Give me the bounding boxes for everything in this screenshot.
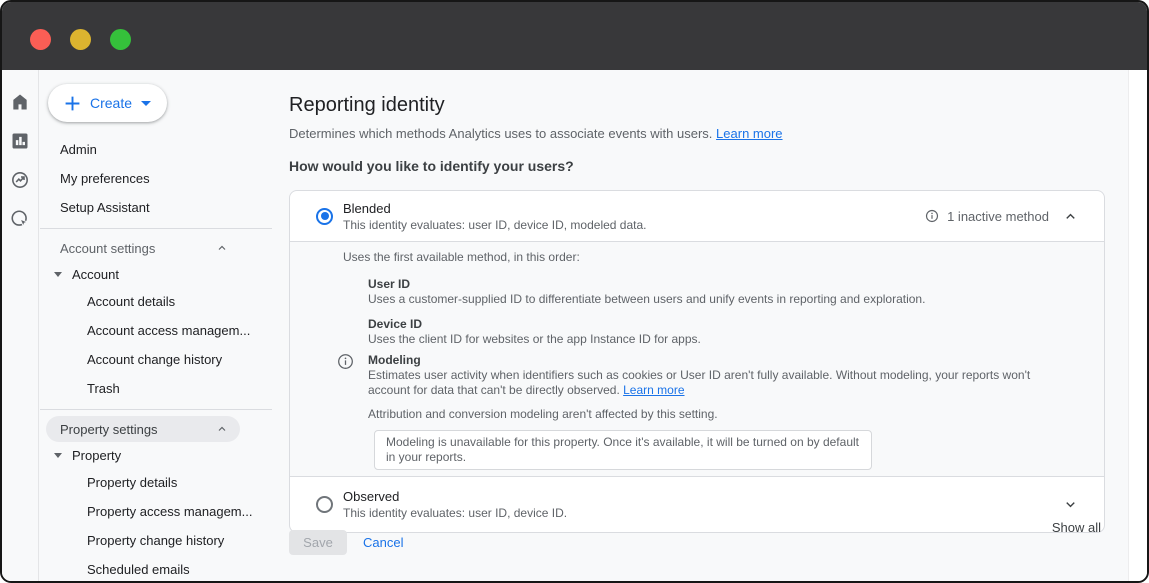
observed-option-row[interactable]: Observed This identity evaluates: user I… bbox=[290, 477, 1104, 532]
tree-parent-label: Property bbox=[72, 448, 121, 463]
method-description: Uses a customer-supplied ID to different… bbox=[368, 292, 1084, 307]
tree-parent-property[interactable]: Property bbox=[40, 442, 272, 468]
method-name: Modeling bbox=[368, 353, 1084, 368]
sidebar-item-property-access-management[interactable]: Property access managem... bbox=[40, 497, 272, 526]
tree-expand-caret-icon bbox=[54, 272, 62, 277]
app-window: Create Admin My preferences Setup Assist… bbox=[0, 0, 1149, 583]
identity-question: How would you like to identify your user… bbox=[289, 158, 574, 174]
observed-radio[interactable] bbox=[316, 496, 333, 513]
sidebar-divider bbox=[40, 409, 272, 410]
chevron-up-icon bbox=[216, 242, 228, 254]
explore-icon[interactable] bbox=[9, 169, 31, 191]
sidebar-item-admin[interactable]: Admin bbox=[40, 135, 272, 164]
nav-rail bbox=[2, 70, 39, 581]
create-button-label: Create bbox=[90, 95, 132, 111]
info-icon[interactable] bbox=[925, 209, 939, 223]
sidebar-item-scheduled-emails[interactable]: Scheduled emails bbox=[40, 555, 272, 581]
method-name: User ID bbox=[368, 277, 1084, 292]
chevron-down-icon bbox=[1063, 497, 1078, 512]
sidebar-item-account-access-management[interactable]: Account access managem... bbox=[40, 316, 272, 345]
method-description: Estimates user activity when identifiers… bbox=[368, 368, 1046, 398]
tree-parent-label: Account bbox=[72, 267, 119, 282]
advertising-icon[interactable] bbox=[9, 208, 31, 230]
plus-icon bbox=[64, 95, 81, 112]
info-icon bbox=[337, 353, 354, 375]
observed-label: Observed bbox=[343, 488, 567, 505]
section-header-property-settings[interactable]: Property settings bbox=[46, 416, 240, 442]
reports-icon[interactable] bbox=[9, 130, 31, 152]
method-description: Uses the client ID for websites or the a… bbox=[368, 332, 1084, 347]
method-user-id: User ID Uses a customer-supplied ID to d… bbox=[368, 277, 1084, 307]
section-header-label: Account settings bbox=[60, 241, 155, 256]
home-icon[interactable] bbox=[9, 91, 31, 113]
blended-label: Blended bbox=[343, 200, 647, 217]
inactive-method-badge: 1 inactive method bbox=[925, 209, 1049, 224]
cancel-button[interactable]: Cancel bbox=[363, 530, 403, 555]
observed-description: This identity evaluates: user ID, device… bbox=[343, 505, 567, 521]
page-title: Reporting identity bbox=[289, 94, 445, 117]
modeling-unavailable-banner: Modeling is unavailable for this propert… bbox=[374, 430, 872, 470]
method-name: Device ID bbox=[368, 317, 1084, 332]
scrollbar-track[interactable] bbox=[1128, 70, 1147, 581]
chevron-up-icon bbox=[1063, 209, 1078, 224]
sidebar-item-my-preferences[interactable]: My preferences bbox=[40, 164, 272, 193]
sidebar-item-setup-assistant[interactable]: Setup Assistant bbox=[40, 193, 272, 222]
learn-more-link[interactable]: Learn more bbox=[623, 383, 684, 397]
page-subtitle-text: Determines which methods Analytics uses … bbox=[289, 126, 712, 141]
section-header-account-settings[interactable]: Account settings bbox=[46, 235, 240, 261]
attribution-note: Attribution and conversion modeling aren… bbox=[368, 407, 1084, 422]
inactive-method-text: 1 inactive method bbox=[947, 209, 1049, 224]
blended-radio[interactable] bbox=[316, 208, 333, 225]
method-device-id: Device ID Uses the client ID for website… bbox=[368, 317, 1084, 347]
blended-collapse-button[interactable] bbox=[1063, 209, 1078, 224]
dropdown-arrow-icon bbox=[141, 101, 151, 106]
observed-expand-button[interactable] bbox=[1063, 497, 1078, 512]
sidebar-item-property-details[interactable]: Property details bbox=[40, 468, 272, 497]
zoom-window-button[interactable] bbox=[110, 29, 131, 50]
sidebar-item-account-change-history[interactable]: Account change history bbox=[40, 345, 272, 374]
modeling-description-text: Estimates user activity when identifiers… bbox=[368, 368, 1030, 397]
sidebar-item-property-change-history[interactable]: Property change history bbox=[40, 526, 272, 555]
blended-details-panel: Uses the first available method, in this… bbox=[290, 241, 1104, 477]
sidebar-nav: Admin My preferences Setup Assistant Acc… bbox=[40, 135, 272, 581]
tree-expand-caret-icon bbox=[54, 453, 62, 458]
window-titlebar bbox=[2, 2, 1147, 70]
page-subtitle: Determines which methods Analytics uses … bbox=[289, 126, 783, 141]
sidebar-item-account-details[interactable]: Account details bbox=[40, 287, 272, 316]
reporting-identity-card: Blended This identity evaluates: user ID… bbox=[289, 190, 1105, 533]
details-intro: Uses the first available method, in this… bbox=[343, 250, 1084, 265]
sidebar-divider bbox=[40, 228, 272, 229]
show-all-link[interactable]: Show all bbox=[1052, 520, 1101, 535]
tree-parent-account[interactable]: Account bbox=[40, 261, 272, 287]
learn-more-link[interactable]: Learn more bbox=[716, 126, 782, 141]
traffic-lights bbox=[30, 29, 131, 50]
main-content: Reporting identity Determines which meth… bbox=[289, 70, 1147, 581]
create-button[interactable]: Create bbox=[48, 84, 167, 122]
blended-option-row[interactable]: Blended This identity evaluates: user ID… bbox=[290, 191, 1104, 241]
chevron-up-icon bbox=[216, 423, 228, 435]
admin-sidebar: Create Admin My preferences Setup Assist… bbox=[40, 70, 272, 581]
close-window-button[interactable] bbox=[30, 29, 51, 50]
minimize-window-button[interactable] bbox=[70, 29, 91, 50]
blended-description: This identity evaluates: user ID, device… bbox=[343, 217, 647, 233]
save-button[interactable]: Save bbox=[289, 530, 347, 555]
section-header-label: Property settings bbox=[60, 422, 158, 437]
method-modeling: Modeling Estimates user activity when id… bbox=[368, 353, 1084, 398]
sidebar-item-trash[interactable]: Trash bbox=[40, 374, 272, 403]
